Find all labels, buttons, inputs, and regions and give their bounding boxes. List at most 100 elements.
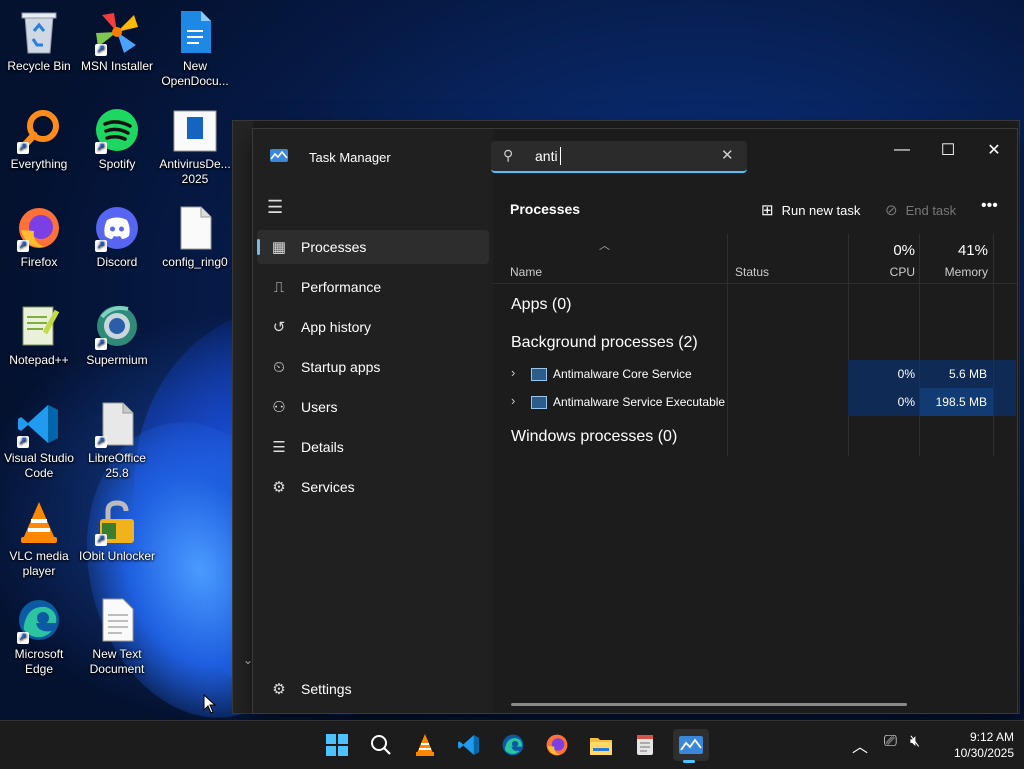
- firefox-icon: [546, 734, 568, 756]
- taskbar-vlc[interactable]: [409, 729, 441, 761]
- vscode-icon: [458, 735, 479, 755]
- desktop-icon-msn-installer[interactable]: ↗ MSN Installer: [78, 8, 156, 74]
- desktop-icon-label: config_ring0: [162, 255, 228, 269]
- hamburger-menu-button[interactable]: ☰: [267, 197, 283, 218]
- horizontal-scrollbar[interactable]: [511, 703, 907, 706]
- taskbar: ︿ ⎚ 🔇︎ 9:12 AM 10/30/2025: [0, 720, 1024, 769]
- notepad-icon: [637, 735, 653, 755]
- shortcut-arrow-icon: ↗: [17, 632, 29, 644]
- end-task-button[interactable]: ⊘ End task: [885, 199, 956, 221]
- desktop-icon-firefox[interactable]: ↗ Firefox: [0, 204, 78, 270]
- desktop-icon-vscode[interactable]: ↗ Visual Studio Code: [0, 400, 78, 481]
- desktop-icon-label: VLC media player: [9, 549, 69, 578]
- column-header-cpu[interactable]: CPU: [865, 265, 915, 279]
- desktop-icon-label: AntivirusDe... 2025: [159, 157, 231, 186]
- text-document-icon: [93, 596, 141, 644]
- spotify-icon: ↗: [93, 106, 141, 154]
- search-input[interactable]: anti: [535, 148, 558, 164]
- taskbar-search-button[interactable]: [365, 729, 397, 761]
- desktop-icon-label: IObit Unlocker: [78, 549, 156, 563]
- taskbar-edge[interactable]: [497, 729, 529, 761]
- desktop-icon-label: Spotify: [98, 157, 136, 171]
- maximize-button[interactable]: ☐: [925, 135, 971, 165]
- desktop-icon-new-opendocument[interactable]: New OpenDocu...: [156, 8, 234, 89]
- taskbar-task-manager[interactable]: [673, 729, 709, 763]
- file-explorer-icon: [590, 738, 612, 755]
- desktop-icon-new-text-document[interactable]: New Text Document: [78, 596, 156, 677]
- search-icon: [371, 735, 391, 755]
- taskbar-vscode[interactable]: [453, 729, 485, 761]
- expand-chevron-icon[interactable]: ›: [511, 365, 515, 380]
- close-button[interactable]: ✕: [971, 135, 1017, 165]
- desktop-icon-label: Microsoft Edge: [14, 647, 64, 676]
- shortcut-arrow-icon: ↗: [95, 338, 107, 350]
- column-header-memory[interactable]: Memory: [923, 265, 988, 279]
- desktop-icon-label: MSN Installer: [80, 59, 154, 73]
- process-row[interactable]: › Antimalware Service Executable 0% 198.…: [493, 388, 1017, 416]
- nav-app-history[interactable]: ↺ App history: [257, 310, 489, 344]
- clear-search-button[interactable]: ✕: [721, 146, 734, 164]
- desktop-icon-recycle-bin[interactable]: Recycle Bin: [0, 8, 78, 74]
- everything-search-icon: ↗: [15, 106, 63, 154]
- volume-muted-icon[interactable]: 🔇︎: [910, 733, 920, 751]
- column-header-status[interactable]: Status: [735, 265, 769, 279]
- start-button[interactable]: [321, 729, 353, 761]
- desktop-icon-config-ring0[interactable]: config_ring0: [156, 204, 234, 270]
- nav-label: Details: [301, 439, 344, 455]
- nav-users[interactable]: ⚇ Users: [257, 390, 489, 424]
- desktop-icon-antivirus-doc[interactable]: AntivirusDe... 2025: [156, 106, 234, 187]
- app-history-icon: ↺: [272, 319, 286, 336]
- search-box[interactable]: ⚲ anti ✕: [491, 141, 747, 173]
- desktop-icon-supermium[interactable]: ↗ Supermium: [78, 302, 156, 368]
- run-task-icon: ⊞: [761, 202, 774, 219]
- more-options-button[interactable]: •••: [981, 197, 998, 215]
- window-title: Task Manager: [309, 150, 391, 165]
- desktop-icon-notepad-plus[interactable]: Notepad++: [0, 302, 78, 368]
- show-hidden-icons-button[interactable]: ︿: [852, 733, 868, 757]
- desktop-icon-vlc[interactable]: VLC media player: [0, 498, 78, 579]
- taskbar-firefox[interactable]: [541, 729, 573, 761]
- taskbar-file-explorer[interactable]: [585, 729, 617, 761]
- shortcut-arrow-icon: ↗: [95, 44, 107, 56]
- column-header-name[interactable]: Name: [510, 265, 542, 279]
- cpu-total: 0%: [893, 242, 915, 259]
- nav-performance[interactable]: ⎍ Performance: [257, 270, 489, 304]
- task-manager-icon: [679, 736, 703, 754]
- group-windows-processes: Windows processes (0): [511, 428, 678, 445]
- nav-details[interactable]: ☰ Details: [257, 430, 489, 464]
- task-manager-main: ⚲ anti ✕ — ☐ ✕ Processes ⊞ Run new task …: [491, 129, 1017, 713]
- search-icon: ⚲: [503, 147, 514, 163]
- desktop-icon-discord[interactable]: ↗ Discord: [78, 204, 156, 270]
- shortcut-arrow-icon: ↗: [17, 240, 29, 252]
- nav-services[interactable]: ⚙ Services: [257, 470, 489, 504]
- desktop-icon-edge[interactable]: ↗ Microsoft Edge: [0, 596, 78, 677]
- shortcut-arrow-icon: ↗: [95, 534, 107, 546]
- expand-chevron-icon[interactable]: ›: [511, 393, 515, 408]
- task-manager-app-icon: [270, 149, 288, 162]
- process-extra-cell: [994, 360, 1016, 388]
- process-cpu: 0%: [848, 388, 919, 416]
- process-memory: 198.5 MB: [920, 388, 993, 416]
- taskbar-notepad[interactable]: [629, 729, 661, 761]
- process-extra-cell: [994, 388, 1016, 416]
- desktop-icon-libreoffice[interactable]: ↗ LibreOffice 25.8: [78, 400, 156, 481]
- desktop-icon-iobit-unlocker[interactable]: ↗ IObit Unlocker: [78, 498, 156, 564]
- desktop-icon-spotify[interactable]: ↗ Spotify: [78, 106, 156, 172]
- nav-settings[interactable]: ⚙ Settings: [257, 672, 489, 706]
- memory-total: 41%: [957, 242, 988, 259]
- sort-arrow-icon: ︿: [599, 240, 610, 252]
- run-new-task-button[interactable]: ⊞ Run new task: [761, 199, 860, 221]
- process-row[interactable]: › Antimalware Core Service 0% 5.6 MB: [493, 360, 1017, 388]
- page-title: Processes: [510, 201, 581, 217]
- clock[interactable]: 9:12 AM 10/30/2025: [936, 729, 1014, 761]
- task-manager-window: Task Manager ☰ ▦ Processes ⎍ Performance…: [252, 128, 1018, 714]
- nav-processes[interactable]: ▦ Processes: [257, 230, 489, 264]
- desktop-icon-everything[interactable]: ↗ Everything: [0, 106, 78, 172]
- service-process-icon: [531, 396, 547, 409]
- end-task-icon: ⊘: [885, 202, 898, 219]
- network-icon[interactable]: ⎚: [884, 733, 897, 751]
- desktop-icon-label: Supermium: [86, 353, 148, 367]
- nav-startup-apps[interactable]: ⏲ Startup apps: [257, 350, 489, 384]
- minimize-button[interactable]: —: [879, 135, 925, 165]
- column-divider: [727, 234, 728, 456]
